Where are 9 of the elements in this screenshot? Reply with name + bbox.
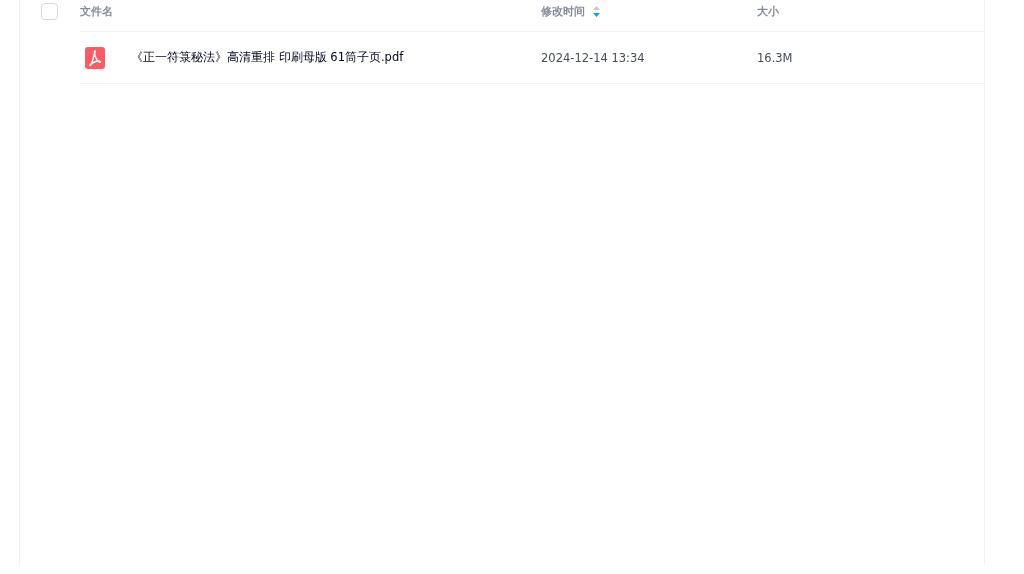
modified-time: 2024-12-14 13:34 (541, 50, 646, 65)
column-header: 文件名 (80, 3, 113, 19)
file-name[interactable]: 《正一符箓秘法》高清重排 印刷母版 61筒子页.pdf (131, 50, 541, 65)
select-all-checkbox[interactable] (41, 2, 58, 20)
sort-icon[interactable] (593, 5, 600, 17)
column-header: 大小 (757, 3, 779, 19)
column-header: 修改时间 (541, 3, 585, 19)
pdf-file-icon (85, 46, 105, 69)
file-size: 16.3M (757, 50, 794, 65)
